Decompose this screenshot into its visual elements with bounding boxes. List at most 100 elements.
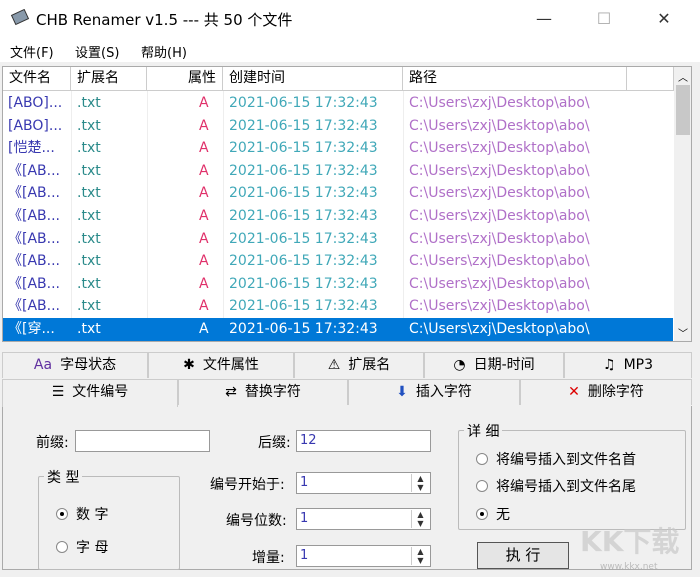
cell-ext: .txt: [77, 230, 101, 247]
tab-label: 插入字符: [415, 384, 472, 400]
tab-label: 日期-时间: [473, 357, 535, 373]
watermark: KK下载: [580, 525, 680, 558]
tab-icon: ⚠: [327, 357, 341, 373]
spin-icon[interactable]: ▲ ▼: [411, 474, 429, 492]
file-list[interactable]: 文件名 扩展名 属性 创建时间 路径 [ABO]... .txt A 2021-06-…: [2, 66, 692, 342]
table-row[interactable]: [ABO]... .txt A 2021-06-15 17:32:43 C:\Users…: [3, 92, 673, 115]
cell-name: 《[AB...: [8, 185, 60, 202]
table-row[interactable]: 《[AB... .txt A 2021-06-15 17:32:43 C:\Users\…: [3, 228, 673, 251]
tab-label: 字母状态: [60, 357, 117, 373]
cell-attr: A: [199, 117, 209, 134]
cell-path: C:\Users\zxj\Desktop\abo\: [409, 275, 590, 292]
tab-tabs_row2-3[interactable]: ✕ 删除字符: [520, 379, 692, 405]
cell-path: C:\Users\zxj\Desktop\abo\: [409, 162, 590, 179]
cell-name: 《[AB...: [8, 298, 60, 315]
digits-stepper[interactable]: 1 ▲ ▼: [296, 508, 431, 530]
cell-created: 2021-06-15 17:32:43: [229, 140, 378, 157]
table-row[interactable]: [恺楚... .txt A 2021-06-15 17:32:43 C:\Users\z…: [3, 137, 673, 160]
detail-radio-head[interactable]: 将编号插入到文件名首: [476, 449, 636, 469]
column-header-attr[interactable]: 属性: [147, 67, 223, 91]
start-stepper[interactable]: 1 ▲ ▼: [296, 472, 431, 494]
table-row[interactable]: 《[AB... .txt A 2021-06-15 17:32:43 C:\Users\…: [3, 295, 673, 318]
start-label: 编号开始于:: [210, 477, 285, 493]
cell-name: 《[穿...: [8, 321, 55, 337]
cell-created: 2021-06-15 17:32:43: [229, 298, 378, 315]
tab-tabs_row2-1[interactable]: ⇄ 替换字符: [178, 379, 348, 405]
suffix-label: 后缀:: [258, 435, 291, 451]
scroll-down-icon[interactable]: ﹀: [678, 325, 688, 340]
column-header-name[interactable]: 文件名: [3, 67, 71, 91]
column-header-path[interactable]: 路径: [403, 67, 627, 91]
tab-tabs_row1-1[interactable]: ✱ 文件属性: [148, 352, 294, 378]
menu-file[interactable]: 文件(F): [10, 42, 54, 61]
cell-path: C:\Users\zxj\Desktop\abo\: [409, 140, 590, 157]
detail-group-title: 详 细: [464, 421, 503, 441]
tab-tabs_row1-3[interactable]: ◔ 日期-时间: [424, 352, 564, 378]
cell-ext: .txt: [77, 117, 101, 134]
cell-path: C:\Users\zxj\Desktop\abo\: [409, 253, 590, 270]
tab-tabs_row1-2[interactable]: ⚠ 扩展名: [294, 352, 424, 378]
detail-radio-tail[interactable]: 将编号插入到文件名尾: [476, 476, 636, 496]
tab-icon: ✕: [568, 384, 580, 400]
table-row[interactable]: 《[AB... .txt A 2021-06-15 17:32:43 C:\Users\…: [3, 205, 673, 228]
cell-ext: .txt: [77, 162, 101, 179]
detail-radio-none[interactable]: 无: [476, 504, 510, 524]
tab-tabs_row1-0[interactable]: Aa 字母状态: [2, 352, 148, 378]
cell-attr: A: [199, 321, 209, 337]
increment-value: 1: [300, 548, 309, 563]
cell-name: [恺楚...: [8, 140, 55, 157]
column-header-created[interactable]: 创建时间: [223, 67, 403, 91]
table-row[interactable]: 《[AB... .txt A 2021-06-15 17:32:43 C:\Users\…: [3, 273, 673, 296]
vertical-scrollbar[interactable]: ︿ ﹀: [674, 67, 691, 341]
cell-attr: A: [199, 95, 209, 111]
tab-icon: ☰: [51, 384, 65, 400]
execute-button[interactable]: 执 行: [477, 542, 569, 569]
cell-created: 2021-06-15 17:32:43: [229, 185, 378, 202]
radio-label: 字 母: [76, 540, 109, 556]
scroll-up-icon[interactable]: ︿: [678, 69, 688, 84]
window-title: CHB Renamer v1.5 --- 共 50 个文件: [36, 11, 293, 29]
cell-created: 2021-06-15 17:32:43: [229, 253, 378, 270]
suffix-input[interactable]: 12: [296, 430, 431, 452]
cell-name: 《[AB...: [8, 162, 60, 179]
cell-path: C:\Users\zxj\Desktop\abo\: [409, 230, 590, 247]
spin-icon[interactable]: ▲ ▼: [411, 547, 429, 565]
tab-tabs_row2-2[interactable]: ⬇ 插入字符: [348, 379, 520, 405]
tab-icon: ◔: [453, 357, 466, 373]
increment-stepper[interactable]: 1 ▲ ▼: [296, 545, 431, 567]
table-row[interactable]: 《[AB... .txt A 2021-06-15 17:32:43 C:\Users\…: [3, 160, 673, 183]
minimize-button[interactable]: —: [526, 6, 562, 32]
cell-created: 2021-06-15 17:32:43: [229, 275, 378, 292]
cell-path: C:\Users\zxj\Desktop\abo\: [409, 208, 590, 224]
increment-label: 增量:: [252, 550, 285, 566]
prefix-input[interactable]: [75, 430, 210, 452]
table-row[interactable]: 《[穿... .txt A 2021-06-15 17:32:43 C:\Users\z…: [3, 318, 673, 341]
close-button[interactable]: ✕: [646, 6, 682, 32]
table-row[interactable]: 《[AB... .txt A 2021-06-15 17:32:43 C:\Users\…: [3, 250, 673, 273]
tab-label: MP3: [623, 357, 653, 373]
table-row[interactable]: [ABO]... .txt A 2021-06-15 17:32:43 C:\Users…: [3, 115, 673, 138]
tab-tabs_row1-4[interactable]: ♫ MP3: [564, 352, 692, 378]
radio-icon: [476, 480, 488, 492]
cell-attr: A: [199, 185, 209, 202]
cell-path: C:\Users\zxj\Desktop\abo\: [409, 185, 590, 202]
cell-name: 《[AB...: [8, 275, 60, 292]
type-radio-number[interactable]: 数 字: [56, 504, 108, 524]
cell-path: C:\Users\zxj\Desktop\abo\: [409, 95, 590, 111]
cell-name: [ABO]...: [8, 117, 63, 134]
spin-icon[interactable]: ▲ ▼: [411, 510, 429, 528]
radio-icon: [476, 453, 488, 465]
menu-settings[interactable]: 设置(S): [75, 42, 119, 61]
cell-created: 2021-06-15 17:32:43: [229, 117, 378, 134]
table-row[interactable]: 《[AB... .txt A 2021-06-15 17:32:43 C:\Users\…: [3, 182, 673, 205]
tab-icon: ♫: [603, 357, 616, 373]
tab-icon: Aa: [33, 357, 53, 373]
maximize-button[interactable]: ☐: [586, 6, 622, 32]
menu-help[interactable]: 帮助(H): [141, 42, 187, 61]
cell-path: C:\Users\zxj\Desktop\abo\: [409, 298, 590, 315]
type-radio-letter[interactable]: 字 母: [56, 537, 108, 557]
tab-tabs_row2-0[interactable]: ☰ 文件编号: [2, 379, 178, 407]
column-header-ext[interactable]: 扩展名: [71, 67, 147, 91]
scrollbar-thumb[interactable]: [676, 85, 690, 135]
tab-label: 文件属性: [202, 357, 259, 373]
